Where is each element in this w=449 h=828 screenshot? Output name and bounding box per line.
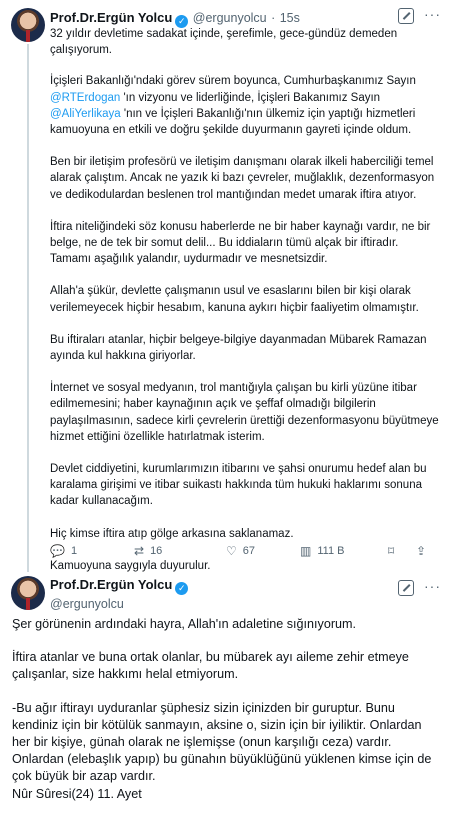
views-icon: ▥ (300, 544, 312, 558)
author-block: Prof.Dr.Ergün Yolcu ✓ @ergunyolcu (50, 576, 189, 611)
views-button[interactable]: ▥ 111 B (300, 544, 344, 558)
mention-link[interactable]: @RTErdogan (50, 92, 120, 104)
tweet-2[interactable]: Prof.Dr.Ergün Yolcu ✓ @ergunyolcu ··· Şer… (0, 572, 449, 828)
paragraph: Hiç kimse iftira atıp gölge arkasına sak… (50, 527, 294, 540)
paragraph: Devlet ciddiyetini, kurumlarımızın itiba… (50, 463, 427, 508)
retweet-count: 16 (150, 545, 163, 557)
mention-link[interactable]: @AliYerlikaya (50, 108, 121, 120)
retweet-icon: ⇄ (134, 544, 145, 558)
share-icon: ⇪ (416, 544, 427, 558)
more-options-icon[interactable]: ··· (424, 578, 441, 594)
more-options-icon[interactable]: ··· (424, 6, 441, 22)
grok-icon[interactable] (398, 580, 414, 596)
author-handle[interactable]: @ergunyolcu (50, 597, 188, 611)
avatar[interactable] (11, 8, 45, 42)
paragraph: Ben bir iletişim profesörü ve iletişim d… (50, 156, 435, 201)
views-count: 111 B (317, 545, 345, 557)
timestamp[interactable]: 15s (280, 11, 300, 25)
paragraph: 32 yıldır devletime sadakat içinde, şere… (50, 28, 398, 57)
paragraph: İçişleri Bakanlığı'ndaki görev sürem boy… (50, 73, 440, 138)
paragraph: İnternet ve sosyal medyanın, trol mantığ… (50, 382, 439, 443)
tweet-text: Şer görünenin ardındaki hayra, Allah'ın … (12, 616, 437, 803)
verified-badge-icon: ✓ (175, 582, 189, 595)
tweet-actions: 💬 1 ⇄ 16 ♡ 67 ▥ 111 B ⌑ ⇪ (50, 544, 440, 560)
paragraph: Bu iftiraları atanlar, hiçbir belgeye-bi… (50, 333, 427, 363)
text-span: 'ın vizyonu ve liderliğinde, İçişleri Ba… (120, 91, 381, 104)
grok-icon[interactable] (398, 8, 414, 24)
paragraph: -Bu ağır iftirayı uyduranlar şüphesiz si… (12, 700, 432, 784)
paragraph: İftira atanlar ve buna ortak olanlar, bu… (12, 650, 409, 682)
reply-count: 1 (70, 545, 78, 557)
bookmark-button[interactable]: ⌑ (388, 544, 394, 558)
avatar[interactable] (11, 576, 45, 610)
paragraph: Allah'a şükür, devlette çalışmanın usul … (50, 285, 419, 314)
share-button[interactable]: ⇪ (416, 544, 426, 558)
heart-icon: ♡ (226, 544, 237, 558)
reply-button[interactable]: 💬 1 (50, 544, 77, 558)
author-handle[interactable]: @ergunyolcu (193, 11, 267, 25)
tweet-text: 32 yıldır devletime sadakat içinde, şere… (50, 26, 440, 574)
paragraph: İftira niteliğindeki söz konusu haberler… (50, 220, 431, 266)
text-span: İçişleri Bakanlığı'ndaki görev sürem boy… (50, 75, 416, 88)
paragraph: Nûr Sûresi(24) 11. Ayet (12, 786, 142, 801)
tweet-1[interactable]: Prof.Dr.Ergün Yolcu ✓ @ergunyolcu · 15s ·… (0, 0, 449, 572)
separator: · (271, 11, 276, 25)
like-count: 67 (242, 545, 256, 557)
thread-line (27, 44, 29, 572)
bookmark-icon: ⌑ (388, 544, 395, 558)
author-name[interactable]: Prof.Dr.Ergün Yolcu (50, 577, 172, 592)
like-button[interactable]: ♡ 67 (226, 544, 255, 558)
author-name[interactable]: Prof.Dr.Ergün Yolcu (50, 10, 172, 25)
paragraph: Şer görünenin ardındaki hayra, Allah'ın … (12, 617, 357, 631)
reply-icon: 💬 (50, 544, 65, 558)
retweet-button[interactable]: ⇄ 16 (134, 544, 162, 558)
